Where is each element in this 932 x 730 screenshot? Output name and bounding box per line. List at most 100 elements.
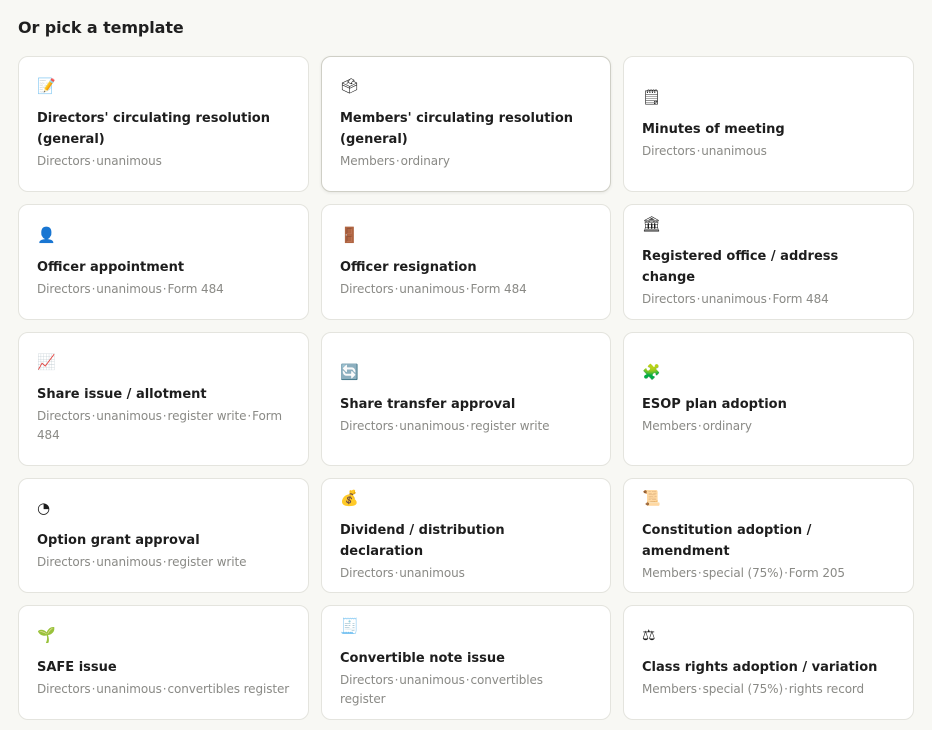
meta-separator: ·: [465, 418, 470, 433]
meta-separator: ·: [162, 281, 167, 296]
template-card[interactable]: 🧩 ESOP plan adoption Members·ordinary: [623, 332, 914, 466]
template-meta: Members·ordinary: [642, 417, 895, 436]
ballot-box-icon: 🗳: [340, 77, 360, 95]
template-title: SAFE issue: [37, 660, 117, 675]
template-meta: Directors·unanimous·convertibles registe…: [340, 671, 592, 709]
template-title: ESOP plan adoption: [642, 396, 787, 412]
meta-tag: register write: [470, 418, 550, 433]
template-card[interactable]: 📈 Share issue / allotment Directors·unanim…: [18, 332, 309, 466]
door-icon: 🚪: [340, 225, 359, 244]
template-card[interactable]: 🚪 Officer resignation Directors·unanimous·…: [321, 204, 611, 320]
template-picker: Or pick a template 📝 Directors' circulati…: [0, 0, 932, 730]
template-title: Convertible note issue: [340, 650, 505, 666]
template-card[interactable]: ◔ Option grant approval Directors ·unanimou…: [18, 478, 309, 593]
meta-tag: special (75%): [702, 565, 784, 580]
meta-tag: Directors: [37, 555, 91, 569]
meta-tag: unanimous: [96, 409, 162, 423]
meta-tag: unanimous: [96, 154, 162, 168]
meta-separator: ·: [394, 672, 399, 687]
template-title: Option grant approval: [37, 533, 200, 548]
template-meta: Members·special (75%)·Form 205: [642, 564, 895, 583]
template-card[interactable]: 🏛 Registered office / address change Direc…: [623, 204, 914, 320]
meta-tag: ordinary: [400, 154, 450, 168]
template-title: Share transfer approval: [340, 396, 516, 412]
meta-separator: ·: [465, 281, 470, 296]
template-meta: Directors·unanimous: [37, 152, 290, 171]
meta-separator: ·: [697, 682, 702, 696]
template-meta: Directors·unanimous·register write: [340, 417, 592, 436]
meta-tag: unanimous: [399, 281, 465, 296]
template-title: Officer appointment: [37, 259, 185, 275]
meta-separator: ·: [696, 143, 701, 158]
meta-separator: ·: [162, 555, 167, 569]
template-title: Constitution adoption / amendment: [642, 522, 812, 559]
template-title: Minutes of meeting: [642, 121, 785, 137]
money-bag-icon: 💰: [340, 488, 359, 507]
meta-tag: unanimous: [96, 281, 162, 296]
meta-tag: Members: [642, 418, 697, 433]
meta-separator: ·: [91, 281, 96, 296]
meta-tag: rights record: [788, 682, 865, 696]
template-card[interactable]: 🔄 Share transfer approval Directors·unanim…: [321, 332, 611, 466]
meta-tag: Directors: [37, 682, 91, 696]
meta-separator: ·: [395, 154, 400, 168]
meta-tag: Members: [642, 565, 697, 580]
template-meta: Directors·unanimous·Form 484: [37, 280, 290, 299]
puzzle-piece-icon: 🧩: [642, 362, 661, 381]
template-card[interactable]: 🧾 Convertible note issue Directors·unanimo…: [321, 605, 611, 720]
template-card[interactable]: ⚖ Class rights adoption / variation Member…: [623, 605, 914, 720]
template-card[interactable]: 🗳 Members' circulating resolution (genera…: [321, 56, 611, 192]
template-title: Dividend / distribution declaration: [340, 522, 505, 559]
meta-tag: register write: [167, 555, 247, 569]
meta-tag: unanimous: [701, 292, 767, 306]
meta-separator: ·: [784, 682, 788, 696]
meta-separator: ·: [394, 418, 399, 433]
meta-separator: ·: [697, 565, 702, 580]
meta-tag: ordinary: [702, 418, 752, 433]
meta-separator: ·: [394, 565, 399, 580]
scroll-icon: 📜: [642, 488, 661, 507]
meta-tag: unanimous: [96, 555, 162, 569]
seedling-icon: 🌱: [37, 626, 56, 644]
meta-separator: ·: [696, 292, 701, 306]
meta-separator: ·: [697, 418, 702, 433]
meta-tag: unanimous: [399, 565, 465, 580]
template-title: Officer resignation: [340, 259, 477, 275]
template-card[interactable]: 💰 Dividend / distribution declaration Dire…: [321, 478, 611, 593]
template-meta: Members·special (75%)·rights record: [642, 680, 895, 699]
template-title: Registered office / address change: [642, 249, 839, 285]
section-heading: Or pick a template: [18, 18, 184, 37]
template-title: Share issue / allotment: [37, 387, 207, 402]
template-title: Directors' circulating resolution (gener…: [37, 111, 270, 147]
meta-separator: ·: [91, 409, 96, 423]
pie-chart-icon: ◔: [37, 499, 51, 517]
meta-tag: unanimous: [701, 143, 767, 158]
memo-icon: 📝: [37, 77, 56, 95]
meta-tag: Form 484: [772, 292, 829, 306]
meta-separator: ·: [91, 682, 96, 696]
meta-tag: convertibles register: [167, 682, 290, 696]
notepad-icon: 🗒: [642, 87, 662, 106]
template-meta: Directors·unanimous·register write: [37, 553, 290, 572]
meta-tag: Directors: [37, 154, 91, 168]
arrows-cycle-icon: 🔄: [340, 362, 359, 381]
meta-separator: ·: [91, 154, 96, 168]
template-card[interactable]: 📝 Directors' circulating resolution (gene…: [18, 56, 309, 192]
meta-separator: ·: [162, 409, 167, 423]
scales-icon: ⚖: [642, 626, 656, 644]
template-card[interactable]: 📜 Constitution adoption / amendment Member…: [623, 478, 914, 593]
meta-tag: Directors: [37, 409, 91, 423]
template-card[interactable]: 👤 Officer appointment Directors·unanimous·…: [18, 204, 309, 320]
meta-tag: Directors: [340, 672, 394, 687]
template-card[interactable]: 🗒 Minutes of meeting Directors·unanimous: [623, 56, 914, 192]
meta-tag: Directors: [642, 292, 696, 306]
template-meta: Directors·unanimous·convertibles registe…: [37, 680, 290, 699]
meta-separator: ·: [394, 281, 399, 296]
meta-separator: ·: [767, 292, 772, 306]
template-card[interactable]: 🌱 SAFE issue Directors·unanimous·convertib…: [18, 605, 309, 720]
meta-tag: Directors: [340, 418, 394, 433]
template-meta: Directors·unanimous·Form 484: [642, 290, 895, 309]
person-icon: 👤: [37, 225, 56, 244]
building-icon: 🏛: [642, 215, 662, 233]
template-meta: Directors·unanimous·Form 484: [340, 280, 592, 299]
